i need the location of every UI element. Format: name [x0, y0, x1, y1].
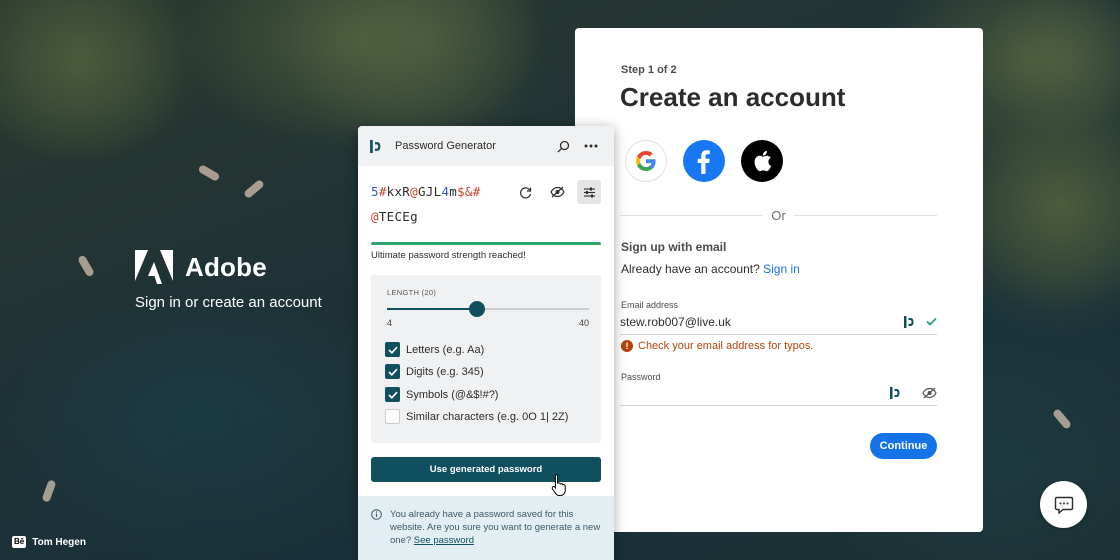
password-segment: kxR: [386, 184, 411, 199]
check-icon: [387, 391, 398, 399]
password-segment: m: [449, 184, 458, 199]
check-icon: [387, 346, 398, 354]
hand-cursor-icon: [551, 474, 566, 496]
length-slider-fill: [387, 308, 477, 310]
email-field[interactable]: stew.rob007@live.uk: [620, 309, 937, 335]
dashlane-field-icon[interactable]: [904, 315, 914, 328]
symbols-checkbox[interactable]: [385, 387, 400, 402]
checkmark-icon: [926, 317, 937, 326]
similar-label: Similar characters (e.g. 0O 1| 2Z): [406, 410, 569, 423]
strength-bar: [371, 242, 601, 245]
adobe-logo-icon: [135, 250, 173, 284]
dashlane-field-icon[interactable]: [890, 386, 900, 399]
step-indicator: Step 1 of 2: [621, 64, 677, 76]
check-icon: [387, 368, 398, 376]
photo-credit[interactable]: Bē Tom Hegen: [12, 536, 86, 548]
chat-button[interactable]: [1040, 481, 1087, 528]
or-divider: Or: [620, 208, 938, 223]
generated-password-line-1: 5#kxR@GJL4m$&#: [371, 184, 481, 199]
length-label: LENGTH (20): [387, 288, 437, 297]
signup-email-heading: Sign up with email: [621, 240, 727, 254]
dashlane-logo-icon: [370, 139, 381, 153]
digits-label: Digits (e.g. 345): [406, 365, 484, 378]
google-signin-button[interactable]: [625, 140, 667, 182]
settings-sliders-icon[interactable]: [577, 180, 601, 204]
length-slider[interactable]: [387, 301, 589, 317]
letters-label: Letters (e.g. Aa): [406, 343, 485, 356]
password-segment: @: [371, 209, 379, 224]
behance-icon: Bē: [12, 536, 27, 548]
similar-checkbox[interactable]: [385, 409, 400, 424]
password-segment: TECEg: [378, 209, 418, 224]
see-password-link[interactable]: See password: [414, 535, 474, 546]
generator-title: Password Generator: [395, 140, 496, 152]
adobe-brand: Adobe Sign in or create an account: [135, 250, 322, 311]
password-generator-popup: Password Generator 5#kxR@GJL4m$&# @TECEg…: [358, 126, 614, 560]
already-account-label: Already have an account?: [621, 262, 760, 276]
length-slider-thumb[interactable]: [468, 301, 485, 317]
or-text: Or: [771, 208, 786, 223]
email-value[interactable]: stew.rob007@live.uk: [620, 315, 892, 329]
generated-password-line-2: @TECEg: [371, 209, 418, 224]
eye-off-icon[interactable]: [922, 387, 937, 399]
option-symbols[interactable]: Symbols (@&$!#?): [385, 387, 498, 402]
continue-button[interactable]: Continue: [870, 433, 937, 459]
eye-off-icon[interactable]: [545, 180, 569, 204]
chat-icon: [1054, 496, 1073, 514]
length-max: 40: [578, 318, 589, 328]
more-icon[interactable]: [580, 135, 602, 157]
facebook-icon: [697, 150, 710, 174]
brand-tagline: Sign in or create an account: [135, 294, 322, 311]
email-warning-text: Check your email address for typos.: [638, 340, 814, 352]
google-icon: [636, 151, 656, 171]
digits-checkbox[interactable]: [385, 364, 400, 379]
warning-icon: !: [621, 340, 633, 352]
generator-options: LENGTH (20) 4 40 Letters (e.g. Aa) Digit…: [371, 275, 601, 443]
already-account-text: Already have an account? Sign in: [621, 262, 800, 276]
photo-credit-name: Tom Hegen: [32, 536, 86, 548]
sign-in-link[interactable]: Sign in: [763, 262, 800, 276]
password-segment: #: [378, 184, 387, 199]
symbols-label: Symbols (@&$!#?): [406, 388, 499, 401]
refresh-icon[interactable]: [513, 180, 537, 204]
length-min: 4: [387, 318, 393, 328]
email-warning: ! Check your email address for typos.: [621, 340, 813, 352]
option-similar[interactable]: Similar characters (e.g. 0O 1| 2Z): [385, 409, 568, 424]
password-segment: 5: [371, 184, 379, 199]
password-segment: $&#: [457, 184, 481, 199]
brand-name: Adobe: [185, 251, 267, 282]
password-segment: GJL: [417, 184, 442, 199]
letters-checkbox[interactable]: [385, 342, 400, 357]
facebook-signin-button[interactable]: [683, 140, 725, 182]
option-digits[interactable]: Digits (e.g. 345): [385, 364, 484, 379]
search-icon[interactable]: [552, 135, 574, 157]
info-banner: You already have a password saved for th…: [358, 496, 614, 560]
strength-text: Ultimate password strength reached!: [371, 250, 526, 261]
password-tools: [513, 180, 601, 204]
generator-header: Password Generator: [358, 126, 614, 166]
page-title: Create an account: [620, 82, 846, 112]
apple-icon: [754, 150, 772, 172]
signup-card: Step 1 of 2 Create an account Or Sign up…: [575, 28, 983, 532]
info-icon: [371, 509, 382, 520]
password-field[interactable]: [620, 380, 937, 406]
password-segment: @: [410, 184, 418, 199]
option-letters[interactable]: Letters (e.g. Aa): [385, 342, 484, 357]
apple-signin-button[interactable]: [741, 140, 783, 182]
